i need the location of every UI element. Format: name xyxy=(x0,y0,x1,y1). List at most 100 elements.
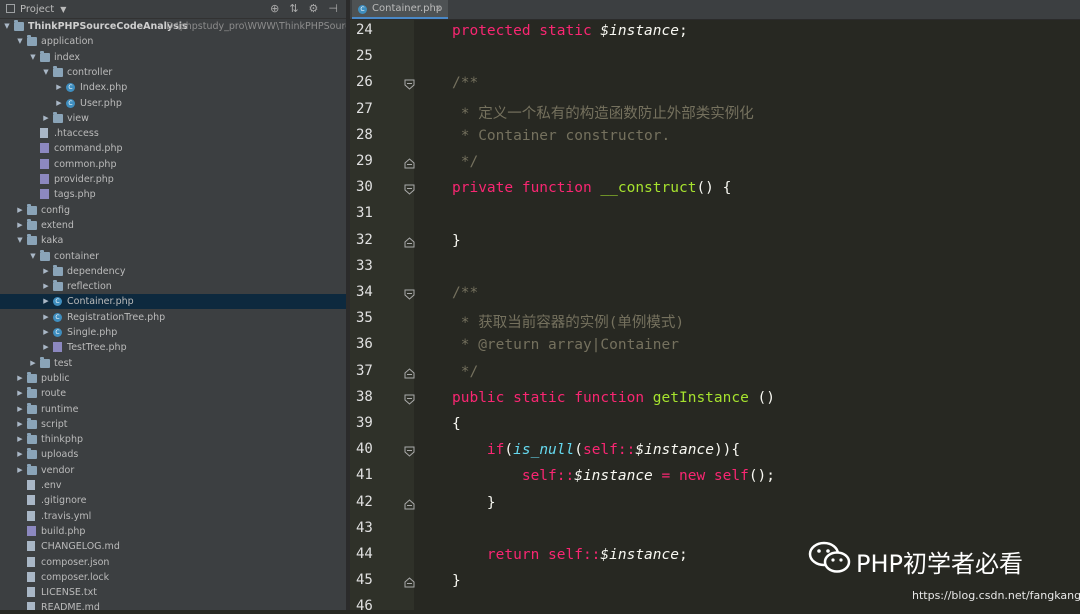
code-line[interactable]: return self::$instance; xyxy=(452,547,688,563)
fold-open-icon[interactable] xyxy=(404,79,415,91)
chevron-right-icon[interactable]: ▶ xyxy=(55,96,63,111)
chevron-down-icon[interactable]: ▼ xyxy=(16,233,24,248)
fold-close-icon[interactable] xyxy=(404,498,415,510)
fold-open-icon[interactable] xyxy=(404,446,415,457)
gear-icon[interactable]: ⚙ xyxy=(309,2,319,15)
tree-item[interactable]: README.md xyxy=(0,600,346,610)
code-line[interactable]: */ xyxy=(452,364,478,380)
code-line[interactable]: if(is_null(self::$instance)){ xyxy=(452,442,740,458)
code-line[interactable]: * 定义一个私有的构造函数防止外部类实例化 xyxy=(452,102,754,123)
tree-item[interactable]: common.php xyxy=(0,157,346,172)
hide-icon[interactable]: ⊣ xyxy=(328,2,338,15)
tree-item[interactable]: ▶ view xyxy=(0,111,346,126)
chevron-right-icon[interactable]: ▶ xyxy=(42,111,50,126)
code-line[interactable]: } xyxy=(452,233,461,249)
code-line[interactable]: self::$instance = new self(); xyxy=(452,468,775,484)
chevron-down-icon[interactable]: ▼ xyxy=(3,19,11,34)
tree-item[interactable]: ▶ C User.php xyxy=(0,96,346,111)
code-line[interactable]: * 获取当前容器的实例(单例模式) xyxy=(452,311,684,332)
tree-item[interactable]: .htaccess xyxy=(0,126,346,141)
code-line[interactable]: protected static $instance; xyxy=(452,23,696,39)
tree-item[interactable]: ▶ public xyxy=(0,371,346,386)
tree-item[interactable]: provider.php xyxy=(0,172,346,187)
fold-close-icon[interactable] xyxy=(404,236,415,248)
project-title[interactable]: Project xyxy=(20,4,54,15)
tree-item[interactable]: ▶ C Index.php xyxy=(0,80,346,95)
tree-item[interactable]: .env xyxy=(0,478,346,493)
tree-item[interactable]: ▼ controller xyxy=(0,65,346,80)
tree-item[interactable]: composer.json xyxy=(0,555,346,570)
chevron-right-icon[interactable]: ▶ xyxy=(16,417,24,432)
tree-item[interactable]: build.php xyxy=(0,524,346,539)
tree-item[interactable]: ▶ uploads xyxy=(0,447,346,462)
collapse-all-icon[interactable]: ⇅ xyxy=(289,2,298,15)
chevron-right-icon[interactable]: ▶ xyxy=(16,402,24,417)
fold-open-icon[interactable] xyxy=(404,184,415,195)
tree-item[interactable]: ▶ TestTree.php xyxy=(0,340,346,355)
chevron-right-icon[interactable]: ▶ xyxy=(16,463,24,478)
fold-open-icon[interactable] xyxy=(404,289,415,300)
tree-item[interactable]: ▶ extend xyxy=(0,218,346,233)
tree-item[interactable]: tags.php xyxy=(0,187,346,202)
chevron-down-icon[interactable]: ▼ xyxy=(16,34,24,49)
close-icon[interactable]: × xyxy=(434,0,442,18)
tree-item[interactable]: .travis.yml xyxy=(0,509,346,524)
chevron-right-icon[interactable]: ▶ xyxy=(42,294,50,309)
tree-item[interactable]: ▶ C Single.php xyxy=(0,325,346,340)
tree-item[interactable]: ▶ config xyxy=(0,203,346,218)
tree-item[interactable]: composer.lock xyxy=(0,570,346,585)
tab-container-php[interactable]: C Container.php × xyxy=(352,0,448,19)
tree-item[interactable]: ▶ runtime xyxy=(0,402,346,417)
fold-close-icon[interactable] xyxy=(404,158,415,169)
fold-open-icon[interactable] xyxy=(404,394,415,405)
tree-item[interactable]: ▶ vendor xyxy=(0,463,346,478)
chevron-right-icon[interactable]: ▶ xyxy=(16,203,24,218)
code-line[interactable]: { xyxy=(452,416,461,432)
code-line[interactable]: } xyxy=(452,573,461,589)
code-line[interactable]: */ xyxy=(452,154,478,170)
chevron-right-icon[interactable]: ▶ xyxy=(42,279,50,294)
tree-item[interactable]: ▶ reflection xyxy=(0,279,346,294)
tree-root[interactable]: ▼ ThinkPHPSourceCodeAnalysis D:\phpstudy… xyxy=(0,19,346,34)
tree-item[interactable]: CHANGELOG.md xyxy=(0,539,346,554)
chevron-down-icon[interactable]: ▼ xyxy=(60,5,66,14)
chevron-right-icon[interactable]: ▶ xyxy=(42,310,50,325)
code-line[interactable]: } xyxy=(452,495,496,511)
tree-item[interactable]: ▶ C RegistrationTree.php xyxy=(0,310,346,325)
tree-item[interactable]: ▼ kaka xyxy=(0,233,346,248)
chevron-down-icon[interactable]: ▼ xyxy=(42,65,50,80)
chevron-right-icon[interactable]: ▶ xyxy=(55,80,63,95)
chevron-right-icon[interactable]: ▶ xyxy=(16,386,24,401)
chevron-right-icon[interactable]: ▶ xyxy=(16,371,24,386)
tree-item[interactable]: command.php xyxy=(0,141,346,156)
chevron-right-icon[interactable]: ▶ xyxy=(29,356,37,371)
chevron-right-icon[interactable]: ▶ xyxy=(42,340,50,355)
tree-item[interactable]: ▼ application xyxy=(0,34,346,49)
chevron-right-icon[interactable]: ▶ xyxy=(16,432,24,447)
tree-item[interactable]: ▼ container xyxy=(0,249,346,264)
tree-item[interactable]: .gitignore xyxy=(0,493,346,508)
tree-item[interactable]: ▶ test xyxy=(0,356,346,371)
code-line[interactable]: /** xyxy=(452,75,478,91)
tree-item[interactable]: ▶ C Container.php xyxy=(0,294,346,310)
tree-item[interactable]: ▶ thinkphp xyxy=(0,432,346,447)
tree-item[interactable]: ▶ dependency xyxy=(0,264,346,279)
code-line[interactable]: * Container constructor. xyxy=(452,128,671,144)
locate-icon[interactable]: ⊕ xyxy=(270,2,279,15)
code-line[interactable]: public static function getInstance () xyxy=(452,390,775,406)
chevron-right-icon[interactable]: ▶ xyxy=(42,325,50,340)
chevron-right-icon[interactable]: ▶ xyxy=(42,264,50,279)
code-line[interactable]: /** xyxy=(452,285,478,301)
code-line[interactable]: * @return array|Container xyxy=(452,337,679,353)
code-line[interactable]: private function __construct() { xyxy=(452,180,731,196)
fold-close-icon[interactable] xyxy=(404,577,415,588)
tree-item[interactable]: ▼ index xyxy=(0,50,346,65)
tree-item[interactable]: LICENSE.txt xyxy=(0,585,346,600)
fold-close-icon[interactable] xyxy=(404,367,415,379)
tree-item[interactable]: ▶ script xyxy=(0,417,346,432)
chevron-down-icon[interactable]: ▼ xyxy=(29,249,37,264)
chevron-down-icon[interactable]: ▼ xyxy=(29,50,37,65)
tree-item[interactable]: ▶ route xyxy=(0,386,346,401)
chevron-right-icon[interactable]: ▶ xyxy=(16,447,24,462)
chevron-right-icon[interactable]: ▶ xyxy=(16,218,24,233)
